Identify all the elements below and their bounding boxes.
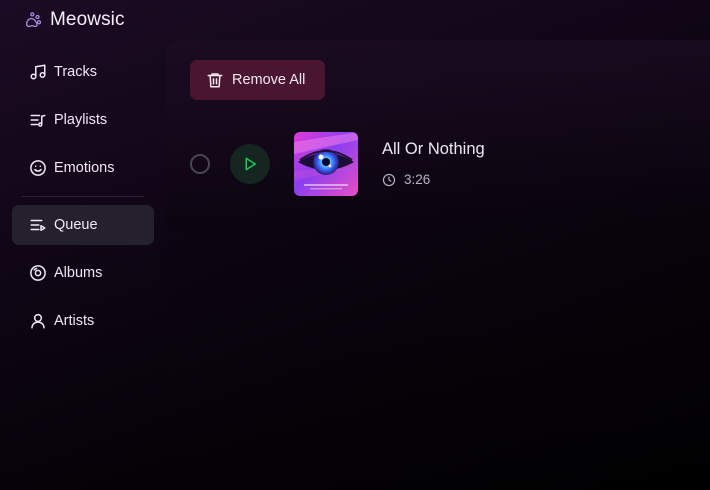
app-window: Meowsic Tracks Playlists Emotions Queue … (0, 0, 710, 490)
remove-all-label: Remove All (232, 72, 306, 88)
sidebar-item-albums[interactable]: Albums (12, 253, 154, 293)
sidebar-item-queue[interactable]: Queue (12, 205, 154, 245)
app-title: Meowsic (50, 9, 125, 30)
queue-icon (28, 215, 48, 235)
paw-icon (24, 11, 42, 29)
sidebar-item-label: Playlists (54, 112, 108, 128)
queue-track-row[interactable]: All Or Nothing 3:26 (166, 132, 710, 196)
sidebar-item-label: Albums (54, 265, 103, 281)
sidebar-item-emotions[interactable]: Emotions (12, 148, 154, 188)
track-duration: 3:26 (404, 172, 431, 187)
sidebar-divider (22, 196, 144, 197)
queue-panel: Remove All All Or Nothing 3:26 (166, 40, 710, 490)
sidebar-item-label: Emotions (54, 160, 115, 176)
music-note-icon (28, 62, 48, 82)
trash-icon (206, 71, 224, 89)
disc-icon (28, 263, 48, 283)
sidebar-item-label: Artists (54, 313, 95, 329)
sidebar-item-label: Queue (54, 217, 98, 233)
track-select-checkbox[interactable] (190, 154, 210, 174)
smiley-icon (28, 158, 48, 178)
album-art (294, 132, 358, 196)
track-meta: 3:26 (382, 172, 430, 187)
sidebar-item-label: Tracks (54, 64, 97, 80)
remove-all-button[interactable]: Remove All (190, 60, 325, 100)
playlist-icon (28, 110, 48, 130)
sidebar: Tracks Playlists Emotions Queue Albums A… (0, 40, 166, 490)
sidebar-item-artists[interactable]: Artists (12, 301, 154, 341)
sidebar-item-playlists[interactable]: Playlists (12, 100, 154, 140)
sidebar-item-tracks[interactable]: Tracks (12, 52, 154, 92)
clock-icon (382, 173, 396, 187)
play-icon (241, 155, 259, 173)
title-bar: Meowsic (0, 0, 710, 40)
track-title: All Or Nothing (382, 140, 485, 158)
person-icon (28, 311, 48, 331)
play-button[interactable] (230, 144, 270, 184)
